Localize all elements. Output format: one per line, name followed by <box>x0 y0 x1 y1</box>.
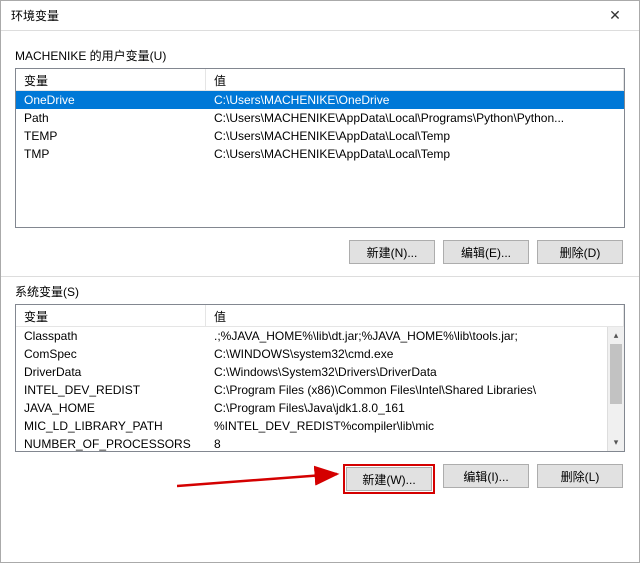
list-rows: OneDriveC:\Users\MACHENIKE\OneDrivePathC… <box>16 91 624 163</box>
annotation-arrow-icon <box>177 462 347 492</box>
cell-name: TMP <box>16 145 206 163</box>
cell-value: C:\Users\MACHENIKE\AppData\Local\Temp <box>206 127 624 145</box>
table-row[interactable]: MIC_LD_LIBRARY_PATH%INTEL_DEV_REDIST%com… <box>16 417 624 435</box>
cell-value: C:\Program Files (x86)\Common Files\Inte… <box>206 381 624 399</box>
table-row[interactable]: Classpath.;%JAVA_HOME%\lib\dt.jar;%JAVA_… <box>16 327 624 345</box>
titlebar: 环境变量 ✕ <box>1 1 639 31</box>
scrollbar[interactable]: ▴ ▾ <box>607 327 624 451</box>
user-variables-group: MACHENIKE 的用户变量(U) 变量 值 OneDriveC:\Users… <box>15 47 625 266</box>
cell-value: .;%JAVA_HOME%\lib\dt.jar;%JAVA_HOME%\lib… <box>206 327 624 345</box>
table-row[interactable]: DriverDataC:\Windows\System32\Drivers\Dr… <box>16 363 624 381</box>
user-variables-list[interactable]: 变量 值 OneDriveC:\Users\MACHENIKE\OneDrive… <box>15 68 625 228</box>
list-header: 变量 值 <box>16 305 624 327</box>
table-row[interactable]: TMPC:\Users\MACHENIKE\AppData\Local\Temp <box>16 145 624 163</box>
window-title: 环境变量 <box>11 7 595 24</box>
user-delete-button[interactable]: 删除(D) <box>537 240 623 264</box>
cell-value: C:\Users\MACHENIKE\AppData\Local\Program… <box>206 109 624 127</box>
cell-value: %INTEL_DEV_REDIST%compiler\lib\mic <box>206 417 624 435</box>
cell-name: ComSpec <box>16 345 206 363</box>
cell-value: C:\WINDOWS\system32\cmd.exe <box>206 345 624 363</box>
cell-value: C:\Program Files\Java\jdk1.8.0_161 <box>206 399 624 417</box>
close-button[interactable]: ✕ <box>595 2 635 30</box>
cell-name: JAVA_HOME <box>16 399 206 417</box>
cell-name: INTEL_DEV_REDIST <box>16 381 206 399</box>
system-variables-group: 系统变量(S) 变量 值 Classpath.;%JAVA_HOME%\lib\… <box>15 283 625 496</box>
highlight-annotation: 新建(W)... <box>343 464 435 494</box>
column-header-name[interactable]: 变量 <box>16 69 206 90</box>
table-row[interactable]: ComSpecC:\WINDOWS\system32\cmd.exe <box>16 345 624 363</box>
table-row[interactable]: JAVA_HOMEC:\Program Files\Java\jdk1.8.0_… <box>16 399 624 417</box>
cell-name: TEMP <box>16 127 206 145</box>
cell-value: 8 <box>206 435 624 452</box>
system-delete-button[interactable]: 删除(L) <box>537 464 623 488</box>
cell-name: OneDrive <box>16 91 206 109</box>
table-row[interactable]: PathC:\Users\MACHENIKE\AppData\Local\Pro… <box>16 109 624 127</box>
table-row[interactable]: OneDriveC:\Users\MACHENIKE\OneDrive <box>16 91 624 109</box>
cell-value: C:\Users\MACHENIKE\OneDrive <box>206 91 624 109</box>
separator <box>1 276 639 277</box>
system-buttons: 新建(W)... 编辑(I)... 删除(L) <box>17 464 623 494</box>
system-variables-label: 系统变量(S) <box>15 283 625 300</box>
user-variables-label: MACHENIKE 的用户变量(U) <box>15 47 625 64</box>
table-row[interactable]: TEMPC:\Users\MACHENIKE\AppData\Local\Tem… <box>16 127 624 145</box>
cell-value: C:\Windows\System32\Drivers\DriverData <box>206 363 624 381</box>
scroll-thumb[interactable] <box>610 344 622 404</box>
list-rows: Classpath.;%JAVA_HOME%\lib\dt.jar;%JAVA_… <box>16 327 624 452</box>
user-edit-button[interactable]: 编辑(E)... <box>443 240 529 264</box>
user-buttons: 新建(N)... 编辑(E)... 删除(D) <box>17 240 623 264</box>
user-new-button[interactable]: 新建(N)... <box>349 240 435 264</box>
cell-name: MIC_LD_LIBRARY_PATH <box>16 417 206 435</box>
column-header-value[interactable]: 值 <box>206 305 624 326</box>
cell-name: Path <box>16 109 206 127</box>
scroll-up-icon[interactable]: ▴ <box>608 327 624 344</box>
table-row[interactable]: INTEL_DEV_REDISTC:\Program Files (x86)\C… <box>16 381 624 399</box>
system-variables-list[interactable]: 变量 值 Classpath.;%JAVA_HOME%\lib\dt.jar;%… <box>15 304 625 452</box>
column-header-value[interactable]: 值 <box>206 69 624 90</box>
column-header-name[interactable]: 变量 <box>16 305 206 326</box>
list-header: 变量 值 <box>16 69 624 91</box>
table-row[interactable]: NUMBER_OF_PROCESSORS8 <box>16 435 624 452</box>
cell-value: C:\Users\MACHENIKE\AppData\Local\Temp <box>206 145 624 163</box>
env-vars-dialog: 环境变量 ✕ MACHENIKE 的用户变量(U) 变量 值 OneDriveC… <box>0 0 640 563</box>
close-icon: ✕ <box>609 7 621 24</box>
content: MACHENIKE 的用户变量(U) 变量 值 OneDriveC:\Users… <box>1 31 639 562</box>
scroll-down-icon[interactable]: ▾ <box>608 434 624 451</box>
system-new-button[interactable]: 新建(W)... <box>346 467 432 491</box>
system-edit-button[interactable]: 编辑(I)... <box>443 464 529 488</box>
cell-name: Classpath <box>16 327 206 345</box>
cell-name: NUMBER_OF_PROCESSORS <box>16 435 206 452</box>
cell-name: DriverData <box>16 363 206 381</box>
